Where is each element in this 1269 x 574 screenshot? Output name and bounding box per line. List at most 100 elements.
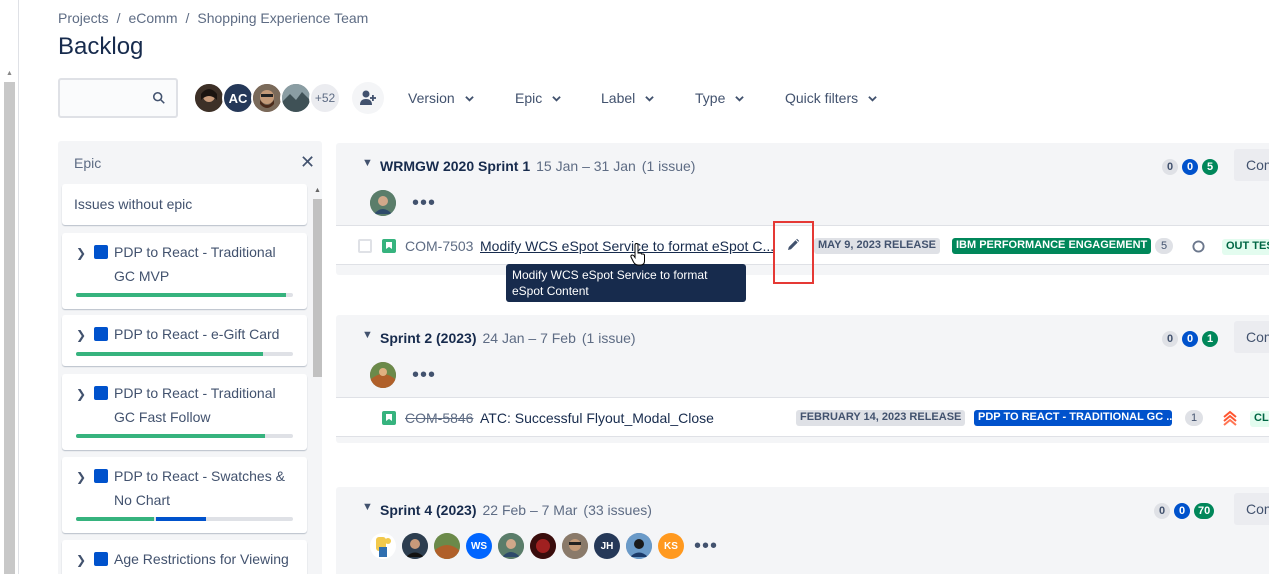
sprint-assignees: ••• (370, 190, 436, 216)
more-icon[interactable]: ••• (694, 536, 718, 556)
more-icon[interactable]: ••• (412, 365, 436, 385)
filter-type[interactable]: Type (695, 86, 745, 110)
scroll-up-icon[interactable]: ▲ (6, 70, 13, 77)
issues-without-epic[interactable]: Issues without epic (62, 184, 307, 225)
avatar[interactable] (530, 533, 556, 559)
issue-key[interactable]: COM-5846 (405, 410, 473, 426)
sprint-status-counts: 0 0 70 (1154, 503, 1215, 519)
progress-in-progress (156, 517, 207, 521)
avatar[interactable]: KS (658, 533, 684, 559)
epic-lozenge[interactable]: IBM PERFORMANCE ENGAGEMENT (952, 238, 1152, 254)
more-icon[interactable]: ••• (412, 193, 436, 213)
status-lozenge[interactable]: OUT TES (1222, 239, 1269, 255)
avatar[interactable] (370, 362, 396, 388)
close-icon[interactable]: ✕ (300, 153, 315, 171)
complete-sprint-button[interactable]: Complete sprint (1234, 493, 1269, 525)
sprint-header: WRMGW 2020 Sprint 1 15 Jan – 31 Jan (1 i… (380, 158, 695, 174)
avatar[interactable] (370, 190, 396, 216)
scrollbar-thumb[interactable] (313, 199, 322, 377)
sprint-assignees: WS JH KS ••• (370, 533, 718, 559)
epic-card[interactable]: ❯ PDP to React - Traditional GC Fast Fol… (62, 374, 307, 450)
breadcrumb-team[interactable]: Shopping Experience Team (197, 10, 368, 26)
sprint-issue-count: (33 issues) (583, 502, 652, 518)
chevron-right-icon[interactable]: ❯ (76, 470, 86, 484)
chevron-down-icon[interactable]: ▼ (362, 501, 373, 513)
search-input[interactable] (60, 80, 150, 116)
chevron-down-icon (464, 95, 474, 102)
issue-checkbox[interactable] (358, 239, 372, 253)
chevron-right-icon[interactable]: ❯ (76, 246, 86, 260)
breadcrumb-projects[interactable]: Projects (58, 10, 109, 26)
epic-progress-bar (76, 434, 293, 438)
chevron-down-icon (868, 95, 877, 102)
left-scrollbar[interactable]: ▲ (0, 0, 19, 574)
in-progress-count-badge: 0 (1182, 159, 1198, 175)
status-lozenge[interactable]: CL (1250, 411, 1269, 427)
filter-label: Version (408, 90, 455, 106)
epic-lozenge[interactable]: PDP TO REACT - TRADITIONAL GC ... (974, 410, 1172, 426)
epic-card[interactable]: ❯ Age Restrictions for Viewing (62, 540, 307, 574)
chevron-right-icon[interactable]: ❯ (76, 328, 86, 342)
chevron-down-icon[interactable]: ▼ (362, 329, 373, 341)
avatar[interactable] (626, 533, 652, 559)
complete-sprint-button[interactable]: Complete sprint (1234, 149, 1269, 181)
breadcrumb-ecomm[interactable]: eComm (128, 10, 177, 26)
chevron-right-icon[interactable]: ❯ (76, 553, 86, 567)
sprint-name[interactable]: Sprint 2 (2023) (380, 330, 476, 346)
sprint-container: ▼ Sprint 4 (2023) 22 Feb – 7 Mar (33 iss… (336, 487, 1269, 574)
issue-summary[interactable]: ATC: Successful Flyout_Modal_Close (480, 410, 714, 426)
avatar[interactable] (193, 82, 225, 114)
issue-row[interactable]: COM-5846 ATC: Successful Flyout_Modal_Cl… (336, 397, 1269, 437)
epic-card[interactable]: ❯ PDP to React - Traditional GC MVP (62, 233, 307, 309)
filter-label[interactable]: Label (601, 86, 655, 110)
edit-pencil-icon[interactable] (786, 238, 800, 252)
avatar[interactable] (562, 533, 588, 559)
filter-label: Label (601, 90, 636, 106)
scroll-up-icon[interactable]: ▲ (314, 187, 321, 194)
filter-label: Epic (515, 90, 543, 106)
epic-color-swatch (94, 469, 108, 483)
search-icon (152, 91, 165, 104)
sprint-status-counts: 0 0 5 (1162, 159, 1218, 175)
epic-card[interactable]: ❯ PDP to React - Swatches & No Chart (62, 457, 307, 533)
avatar[interactable] (370, 533, 396, 559)
avatar[interactable]: WS (466, 533, 492, 559)
filter-version[interactable]: Version (408, 86, 474, 110)
avatar[interactable]: JH (594, 533, 620, 559)
chevron-right-icon[interactable]: ❯ (76, 387, 86, 401)
avatar[interactable]: AC (222, 82, 254, 114)
epic-card[interactable]: ❯ PDP to React - e-Gift Card (62, 315, 307, 366)
filter-epic[interactable]: Epic (515, 86, 561, 110)
epic-panel-scrollbar[interactable]: ▲ (313, 185, 322, 574)
filter-quick-filters[interactable]: Quick filters (785, 86, 877, 110)
scrollbar-thumb[interactable] (4, 82, 15, 574)
avatar[interactable] (402, 533, 428, 559)
add-people-button[interactable] (352, 82, 384, 114)
avatar[interactable] (251, 82, 283, 114)
search-field[interactable] (58, 78, 178, 118)
issue-summary-tooltip: Modify WCS eSpot Service to format eSpot… (506, 264, 746, 302)
sprint-header: Sprint 2 (2023) 24 Jan – 7 Feb (1 issue) (380, 330, 636, 346)
issue-key[interactable]: COM-7503 (405, 238, 473, 254)
chevron-down-icon[interactable]: ▼ (362, 157, 373, 169)
issue-summary[interactable]: Modify WCS eSpot Service to format eSpot… (480, 238, 774, 254)
avatar[interactable] (280, 82, 312, 114)
done-count-badge: 1 (1202, 331, 1218, 347)
more-avatars[interactable]: +52 (309, 82, 341, 114)
edit-highlight-box (773, 221, 814, 284)
sprint-issue-count: (1 issue) (581, 330, 636, 346)
avatar[interactable] (498, 533, 524, 559)
avatar[interactable] (434, 533, 460, 559)
todo-count-badge: 0 (1162, 159, 1178, 175)
hand-cursor-icon (630, 243, 645, 266)
backlog-page: ▲ Projects / eComm / Shopping Experience… (0, 0, 1269, 574)
chevron-down-icon (645, 95, 655, 102)
in-progress-count-badge: 0 (1174, 503, 1190, 519)
story-icon (382, 239, 396, 253)
epic-progress-bar (76, 293, 293, 297)
sprint-status-counts: 0 0 1 (1162, 331, 1218, 347)
sprint-name[interactable]: Sprint 4 (2023) (380, 502, 476, 518)
complete-sprint-button[interactable]: Complete sprint (1234, 321, 1269, 353)
sprint-name[interactable]: WRMGW 2020 Sprint 1 (380, 158, 530, 174)
breadcrumb-separator: / (116, 10, 121, 26)
